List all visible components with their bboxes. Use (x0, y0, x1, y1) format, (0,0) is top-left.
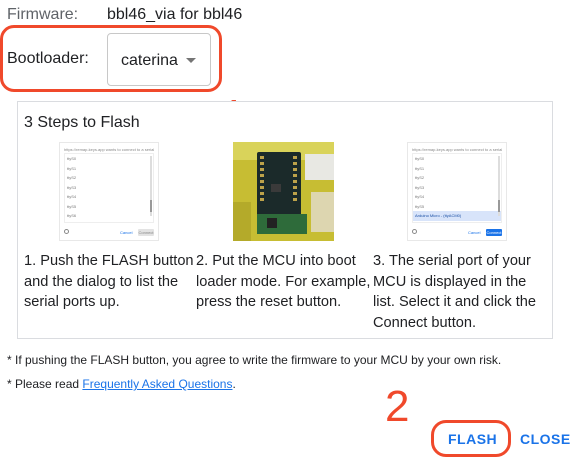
risk-note: * If pushing the FLASH button, you agree… (7, 353, 502, 367)
bootloader-selected-value: caterina (121, 52, 178, 69)
faq-suffix: . (232, 377, 236, 391)
close-button[interactable]: CLOSE (520, 431, 571, 447)
firmware-label: Firmware: (7, 6, 79, 23)
bootloader-select[interactable]: caterina (107, 33, 211, 86)
firmware-row: Firmware: bbl46_via for bbl46 (7, 6, 242, 24)
dialog-url-text: https://remap-keys.app wants to connect … (412, 147, 502, 152)
serial-dialog-screenshot-1: https://remap-keys.app wants to connect … (59, 142, 159, 241)
faq-note: * Please read Frequently Asked Questions… (7, 377, 236, 391)
mini-connect-button: Connect (138, 229, 154, 236)
bootloader-label: Bootloader: (7, 50, 89, 67)
mcu-board-image (233, 142, 334, 241)
step-3-description: 3. The serial port of your MCU is displa… (373, 253, 537, 331)
help-icon (64, 229, 69, 234)
mcu-board-photo (233, 142, 334, 241)
help-icon (412, 229, 417, 234)
port-list: ttyS0 ttyS1 ttyS2 ttyS3 ttyS4 ttyS5 ttyS… (64, 153, 154, 223)
annotation-step-two: 2 (385, 382, 410, 431)
serial-dialog-screenshot-2: https://remap-keys.app wants to connect … (407, 142, 507, 241)
mini-cancel-button: Cancel (468, 230, 481, 235)
flash-button[interactable]: FLASH (448, 431, 497, 447)
steps-card: 3 Steps to Flash https://remap-keys.app … (17, 101, 553, 339)
step-2-description: 2. Put the MCU into boot loader mode. Fo… (196, 253, 371, 310)
faq-link[interactable]: Frequently Asked Questions (82, 377, 232, 391)
mini-connect-button: Connect (486, 229, 502, 236)
mini-cancel-button: Cancel (120, 230, 133, 235)
step-1-description: 1. Push the FLASH button and the dialog … (24, 253, 194, 310)
firmware-value: bbl46_via for bbl46 (107, 6, 243, 23)
port-list: ttyS0 ttyS1 ttyS2 ttyS3 ttyS4 ttyS5 Ardu… (412, 153, 502, 223)
steps-title: 3 Steps to Flash (24, 114, 140, 131)
chevron-down-icon (186, 58, 196, 63)
dialog-url-text: https://remap-keys.app wants to connect … (64, 147, 154, 152)
faq-prefix: * Please read (7, 377, 83, 391)
